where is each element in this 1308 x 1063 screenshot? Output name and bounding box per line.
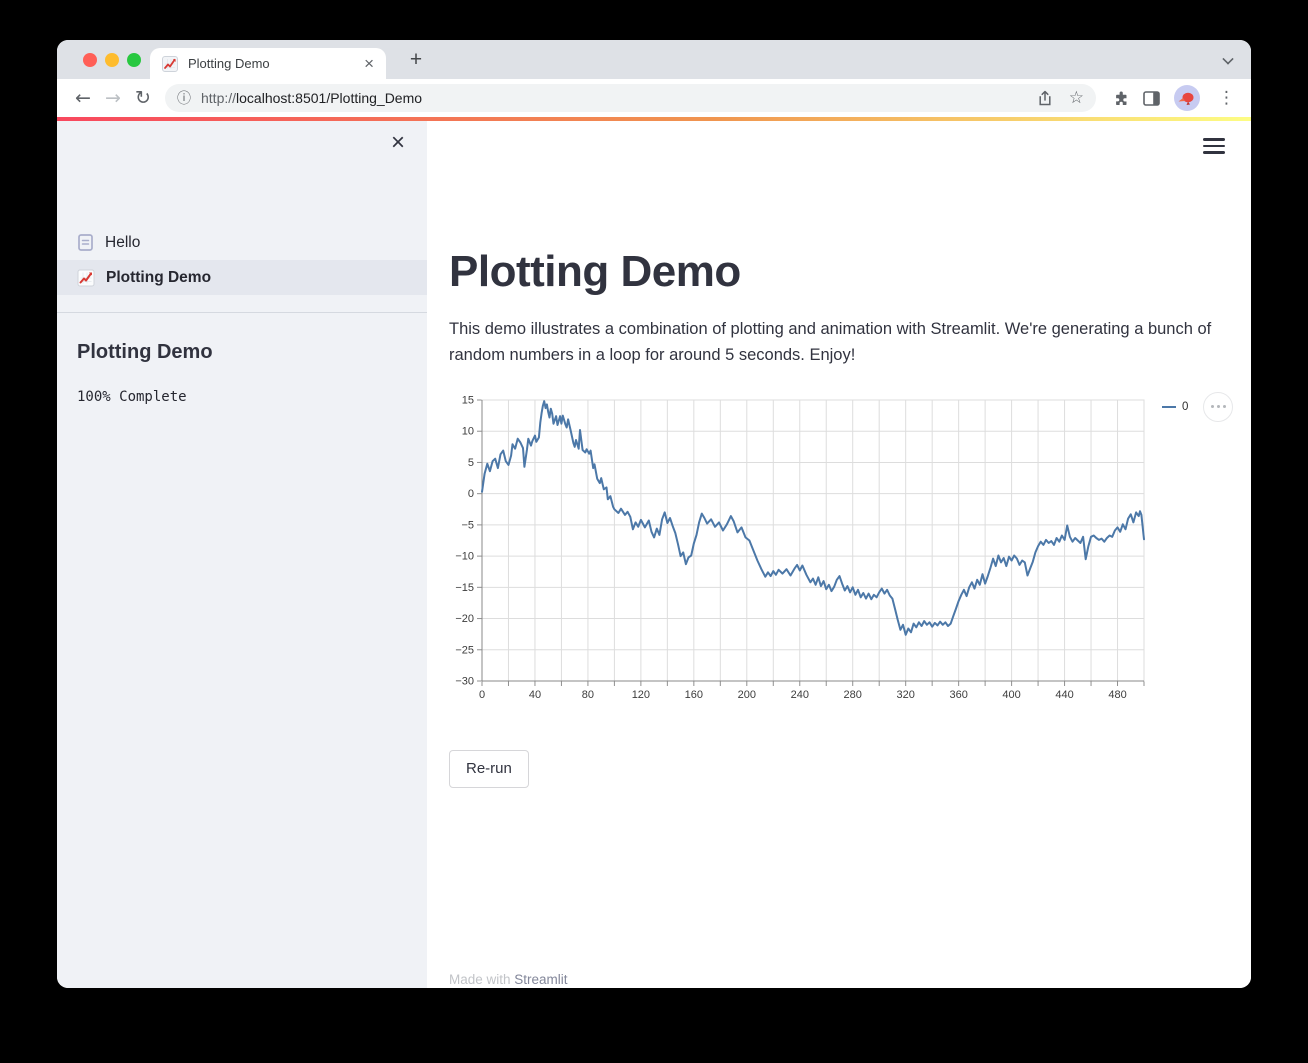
browser-window: Plotting Demo × + ← → ↻ ⓘ http://localho… [57,40,1251,988]
forward-button: → [105,87,121,109]
reload-button[interactable]: ↻ [129,84,157,112]
tab-close-icon[interactable]: × [362,55,376,72]
window-close-button[interactable] [83,53,97,67]
footer-made-with-text: Made with [449,972,515,987]
new-tab-button[interactable]: + [402,46,430,74]
svg-text:360: 360 [949,689,967,698]
main-panel: Plotting Demo This demo illustrates a co… [427,117,1251,988]
svg-text:−25: −25 [455,644,474,656]
sidebar-nav: Hello Plotting Demo [57,225,427,295]
window-minimize-button[interactable] [105,53,119,67]
chart-legend: 0 [1162,391,1234,422]
extensions-puzzle-icon[interactable] [1112,90,1129,107]
sidebar-close-icon[interactable]: × [391,131,405,155]
side-panel-icon[interactable] [1143,90,1160,106]
svg-text:400: 400 [1002,689,1020,698]
svg-text:0: 0 [468,488,474,500]
page-title: Plotting Demo [449,247,741,296]
window-controls [83,53,141,67]
browser-tab[interactable]: Plotting Demo × [150,48,386,79]
svg-text:320: 320 [897,689,915,698]
tab-strip: Plotting Demo × + [57,40,1251,79]
sidebar-item-label: Hello [105,233,141,251]
back-button[interactable]: ← [69,84,97,112]
sidebar-section: Plotting Demo 100% Complete [57,341,427,405]
sidebar: × Hello Plotting Demo Plotting Demo 100%… [57,117,427,988]
svg-text:−5: −5 [461,519,474,531]
chart-actions-menu-icon[interactable] [1203,391,1234,422]
svg-text:120: 120 [632,689,650,698]
bookmark-star-icon[interactable]: ☆ [1069,88,1084,108]
svg-text:280: 280 [844,689,862,698]
address-bar[interactable]: ⓘ http://localhost:8501/Plotting_Demo ☆ [165,84,1096,112]
svg-text:−30: −30 [455,675,474,687]
svg-text:160: 160 [685,689,703,698]
chart-block: 0 40 80 120 160 200 240 280 320 360 400 440 480 15 10 5… [449,391,1251,698]
svg-text:−15: −15 [455,581,474,593]
svg-text:−10: −10 [455,550,474,562]
toolbar-right-icons: ⋮ [1112,85,1239,111]
sidebar-item-hello[interactable]: Hello [57,225,427,260]
share-icon[interactable] [1037,90,1053,107]
window-maximize-button[interactable] [127,53,141,67]
svg-text:240: 240 [791,689,809,698]
svg-text:200: 200 [738,689,756,698]
main-block: Plotting Demo This demo illustrates a co… [427,117,1251,788]
profile-avatar[interactable] [1174,85,1200,111]
svg-text:40: 40 [529,689,541,698]
legend-line-swatch [1162,405,1176,408]
svg-text:−20: −20 [455,613,474,625]
chart-increasing-icon [77,269,95,286]
site-info-icon[interactable]: ⓘ [177,88,191,108]
url-text: http://localhost:8501/Plotting_Demo [201,90,422,106]
svg-text:10: 10 [462,425,474,437]
url-scheme: http:// [201,90,237,106]
svg-text:440: 440 [1055,689,1073,698]
progress-status-text: 100% Complete [77,389,187,405]
line-chart-svg: 0 40 80 120 160 200 240 280 320 360 400 440 480 15 10 5… [455,394,1145,698]
svg-text:480: 480 [1108,689,1126,698]
browser-toolbar: ← → ↻ ⓘ http://localhost:8501/Plotting_D… [57,79,1251,117]
url-host: localhost:8501/Plotting_Demo [236,90,423,106]
tab-title: Plotting Demo [188,56,270,71]
page-description: This demo illustrates a combination of p… [449,320,1212,364]
svg-text:80: 80 [582,689,594,698]
svg-text:5: 5 [468,456,474,468]
streamlit-menu-icon[interactable] [1203,138,1225,154]
legend-entry: 0 [1162,401,1188,413]
footer: Made with Streamlit [449,972,568,987]
avatar-bird-icon [1178,92,1194,105]
svg-text:0: 0 [479,689,485,698]
streamlit-decoration-bar [57,117,1251,121]
rerun-button[interactable]: Re-run [449,749,529,788]
chart-increasing-favicon [162,55,178,72]
sidebar-item-label: Plotting Demo [106,268,212,286]
sidebar-section-title: Plotting Demo [77,341,213,363]
tab-search-chevron-icon[interactable] [1223,54,1233,64]
app-content: × Hello Plotting Demo Plotting Demo 100%… [57,117,1251,988]
page-document-icon [78,234,93,251]
svg-text:15: 15 [462,394,474,406]
browser-menu-icon[interactable]: ⋮ [1214,88,1239,108]
sidebar-item-plotting-demo[interactable]: Plotting Demo [57,260,427,295]
streamlit-link[interactable]: Streamlit [514,972,567,987]
sidebar-divider [57,312,427,313]
legend-series-label: 0 [1182,400,1189,413]
